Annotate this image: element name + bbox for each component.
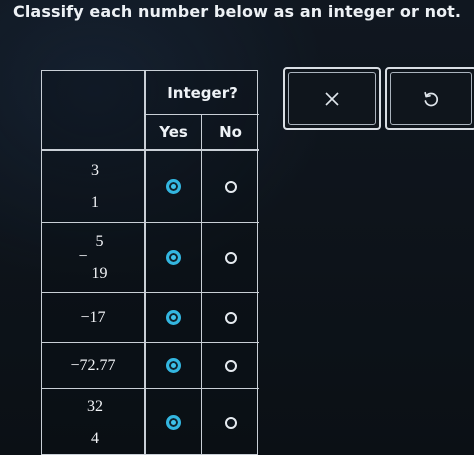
fraction-denominator: 4 (91, 429, 99, 447)
clear-answer-button[interactable] (283, 67, 381, 130)
fraction: 3 1 (87, 161, 99, 211)
fraction-numerator: 3 (91, 161, 99, 179)
fraction: 32 4 (83, 397, 103, 447)
yes-radio-cell[interactable] (146, 223, 202, 293)
no-radio-cell[interactable] (202, 151, 259, 223)
yes-radio-cell[interactable] (146, 293, 202, 343)
answer-actions (283, 67, 474, 130)
yes-radio-cell[interactable] (146, 389, 202, 455)
yes-radio-button[interactable] (166, 310, 181, 325)
question-prompt: Classify each number below as an integer… (13, 2, 462, 21)
integer-column-group-header: Integer? (146, 71, 259, 115)
no-radio-button[interactable] (224, 359, 237, 372)
fraction-sign: − (78, 247, 88, 265)
no-radio-cell[interactable] (202, 293, 259, 343)
fraction: − 5 19 (78, 232, 108, 282)
fraction-numerator: 5 (95, 232, 104, 250)
yes-radio-cell[interactable] (146, 151, 202, 223)
row-number-label: 32 4 (42, 389, 146, 455)
row-number-label: −72.77 (42, 343, 146, 389)
row-number-label: −17 (42, 293, 146, 343)
yes-column-header: Yes (146, 115, 202, 151)
fraction-denominator: 1 (91, 193, 99, 211)
x-icon (325, 91, 339, 106)
integer-classification-table: Integer? Yes No 3 1 − 5 19 −17 −72.77 32… (41, 70, 259, 455)
fraction-denominator: 19 (91, 264, 108, 282)
row-number-label: − 5 19 (42, 223, 146, 293)
no-radio-button[interactable] (224, 251, 237, 264)
yes-radio-button[interactable] (166, 250, 181, 265)
no-radio-cell[interactable] (202, 389, 259, 455)
yes-radio-button[interactable] (166, 179, 181, 194)
yes-radio-button[interactable] (166, 415, 181, 430)
fraction-numerator: 32 (87, 397, 103, 415)
no-radio-button[interactable] (224, 311, 237, 324)
no-radio-cell[interactable] (202, 343, 259, 389)
undo-icon (424, 91, 439, 106)
table-corner-cell (42, 71, 146, 151)
no-column-header: No (202, 115, 259, 151)
no-radio-button[interactable] (224, 180, 237, 193)
yes-radio-button[interactable] (166, 358, 181, 373)
row-number-label: 3 1 (42, 151, 146, 223)
undo-button[interactable] (385, 67, 474, 130)
yes-radio-cell[interactable] (146, 343, 202, 389)
no-radio-cell[interactable] (202, 223, 259, 293)
no-radio-button[interactable] (224, 416, 237, 429)
